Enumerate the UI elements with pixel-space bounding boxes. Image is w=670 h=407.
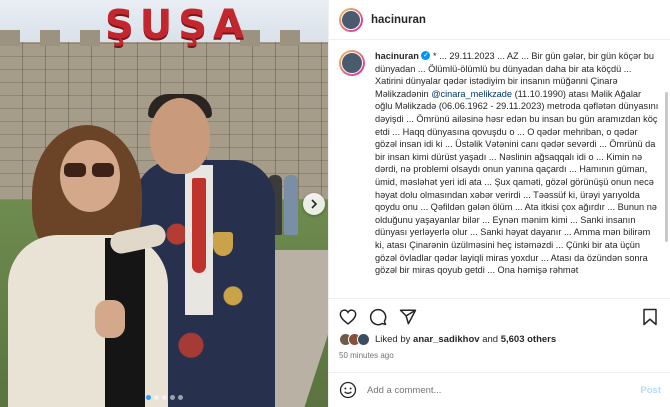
- carousel-dots: [0, 395, 328, 400]
- likes-conjunction: and: [482, 334, 499, 345]
- mention-link[interactable]: @cinara_melikzade: [431, 89, 512, 99]
- liker-username[interactable]: anar_sadikhov: [413, 334, 480, 345]
- heart-icon[interactable]: [339, 308, 357, 326]
- header-username[interactable]: hacinuran: [371, 14, 426, 26]
- caption-username[interactable]: hacinuran: [375, 51, 419, 61]
- likes-prefix: Liked by: [375, 334, 411, 345]
- post-button[interactable]: Post: [640, 385, 661, 396]
- comment-bar: Post: [329, 372, 670, 407]
- comment-icon[interactable]: [369, 308, 387, 326]
- post-side-panel: hacinuran hacinuran * ... 29.11.2023 ...…: [328, 0, 670, 407]
- action-bar: [329, 298, 670, 334]
- share-icon[interactable]: [399, 308, 417, 326]
- emoji-icon[interactable]: [339, 381, 357, 399]
- post-timestamp[interactable]: 50 minutes ago: [339, 351, 394, 360]
- post-photo[interactable]: ŞUŞA: [0, 0, 328, 407]
- caption-body-continued: (11.10.1990) atası Məlik Ağalar oğlu Məl…: [375, 88, 659, 276]
- caption-avatar[interactable]: [339, 50, 365, 76]
- likes-summary: Liked by anar_sadikhov and 5,603 others: [339, 333, 556, 346]
- bookmark-icon[interactable]: [641, 308, 659, 326]
- others-link[interactable]: 5,603 others: [501, 334, 556, 345]
- caption-area: hacinuran * ... 29.11.2023 ... AZ ... Bi…: [329, 40, 670, 298]
- chevron-right-icon[interactable]: [303, 193, 325, 215]
- comment-input[interactable]: [367, 384, 641, 396]
- avatar[interactable]: [339, 7, 363, 32]
- verified-badge-icon: [421, 49, 431, 62]
- post-header: hacinuran: [329, 0, 670, 40]
- caption-scrollbar[interactable]: [665, 92, 668, 242]
- town-sign: ŞUŞA: [105, 2, 251, 48]
- caption-text: hacinuran * ... 29.11.2023 ... AZ ... Bi…: [375, 49, 659, 298]
- liker-avatar[interactable]: [357, 333, 370, 346]
